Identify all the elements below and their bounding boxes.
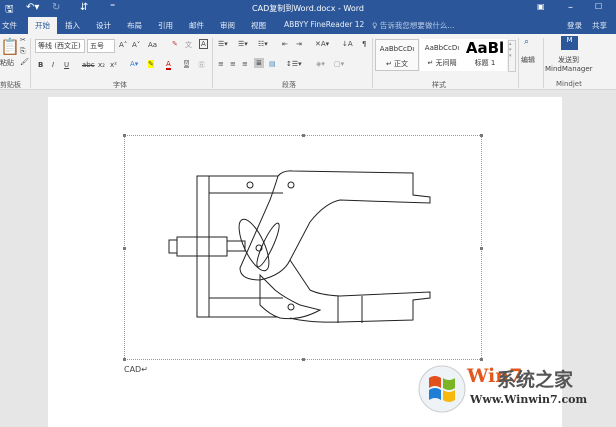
watermark-brand-cn: 系统之家: [497, 369, 574, 391]
cad-hole: [246, 181, 254, 189]
cad-shaft: [176, 236, 228, 257]
cad-drawing: [168, 170, 431, 323]
windows-logo-icon: [418, 365, 466, 413]
cad-hole: [287, 303, 295, 311]
cad-lower-lines: [337, 296, 363, 323]
cad-slot: [238, 218, 270, 272]
cad-shaft-end: [168, 239, 178, 254]
cad-hole: [287, 181, 295, 189]
cad-body-lines: [209, 175, 283, 318]
cad-lower-link: [259, 273, 322, 320]
cad-lower-arm: [289, 259, 431, 323]
watermark: Win7 系统之家 Www.Winwin7.com: [415, 362, 615, 417]
cad-plate: [196, 175, 210, 318]
image-caption: CAD↵: [124, 365, 148, 374]
watermark-url: Www.Winwin7.com: [470, 393, 588, 406]
